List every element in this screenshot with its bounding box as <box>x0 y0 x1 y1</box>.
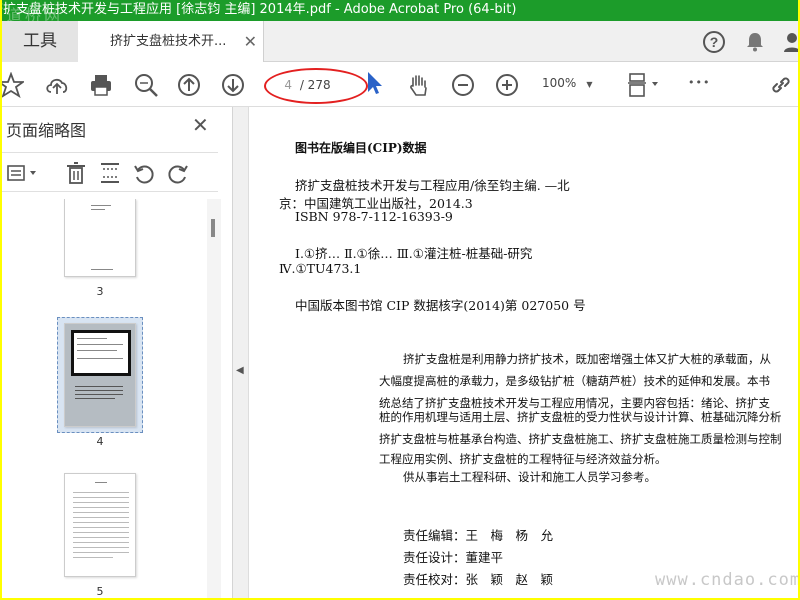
summary-line: 大幅度提高桩的承载力，是多级钻扩桩（糖葫芦桩）技术的延伸和发展。本书 <box>379 374 770 388</box>
summary-line: 工程应用实例、挤扩支盘桩的工程特征与经济效益分析。 <box>379 452 667 466</box>
tab-document[interactable]: 挤扩支盘桩技术开... ✕ <box>78 21 264 62</box>
cip-line: ISBN 978-7-112-16393-9 <box>295 209 453 224</box>
thumbnail-label: 4 <box>96 435 104 448</box>
document-view[interactable]: 图书在版编目(CIP)数据 挤扩支盘桩技术开发与工程应用/徐至钧主编. —北 京… <box>249 107 798 598</box>
next-page-icon[interactable] <box>220 72 246 98</box>
tab-tools[interactable]: 工具 <box>2 21 78 62</box>
delete-page-icon[interactable] <box>64 161 88 185</box>
main-toolbar: 4 / 278 100% ▼ ••• <box>2 62 798 107</box>
title-bar: 挤扩支盘桩技术开发与工程应用 [徐志钧 主编] 2014年.pdf - Adob… <box>2 0 798 21</box>
annotation-ellipse <box>264 68 368 104</box>
thumbnail-scrollbar[interactable] <box>207 199 221 598</box>
credit-line: 责任校对：张 颖 赵 颖 <box>403 572 554 587</box>
zoom-search-icon[interactable] <box>133 72 159 98</box>
window-title: 挤扩支盘桩技术开发与工程应用 [徐志钧 主编] 2014年.pdf - Adob… <box>2 2 517 17</box>
rotate-right-icon[interactable] <box>166 161 190 185</box>
panel-close-icon[interactable]: ✕ <box>192 113 209 137</box>
site-watermark-bottom: www.cndao.com <box>655 570 798 590</box>
page-thumbnails-panel: 页面缩略图 ✕ 3 4 5 <box>2 107 233 598</box>
previous-page-icon[interactable] <box>176 72 202 98</box>
cip-line: 中国版本图书馆 CIP 数据核字(2014)第 027050 号 <box>295 298 586 313</box>
chevron-down-icon: ▼ <box>586 80 593 89</box>
thumbnail-label: 3 <box>96 285 104 298</box>
cloud-upload-icon[interactable] <box>44 72 70 98</box>
help-icon[interactable]: ? <box>702 30 726 54</box>
page-layout-icon[interactable] <box>626 72 662 98</box>
zoom-out-icon[interactable] <box>450 72 476 98</box>
panel-title: 页面缩略图 <box>6 121 87 140</box>
cip-line: Ⅰ.①挤… Ⅱ.①徐… Ⅲ.①灌注桩-桩基础-研究 <box>295 246 533 261</box>
thumbnail-page-4[interactable] <box>64 323 136 427</box>
acrobat-window: 挤扩支盘桩技术开发与工程应用 [徐志钧 主编] 2014年.pdf - Adob… <box>2 0 798 598</box>
zoom-value: 100% <box>542 76 577 90</box>
tab-close-icon[interactable]: ✕ <box>244 21 257 62</box>
thumbnail-page-3[interactable] <box>64 199 136 277</box>
credit-line: 责任编辑：王 梅 杨 允 <box>403 528 554 543</box>
share-link-icon[interactable] <box>768 72 794 98</box>
more-tools-icon[interactable]: ••• <box>688 76 710 89</box>
summary-line: 供从事岩土工程科研、设计和施工人员学习参考。 <box>403 470 656 484</box>
notification-bell-icon[interactable] <box>743 30 767 54</box>
svg-text:?: ? <box>710 34 719 50</box>
zoom-dropdown[interactable]: 100% ▼ <box>542 76 592 90</box>
zoom-in-icon[interactable] <box>494 72 520 98</box>
cip-line: Ⅳ.①TU473.1 <box>279 261 362 276</box>
credit-line: 责任设计：董建平 <box>403 550 504 565</box>
rotate-left-icon[interactable] <box>132 161 156 185</box>
summary-line: 挤扩支盘桩与桩基承台构造、挤扩支盘桩施工、挤扩支盘桩施工质量检测与控制 <box>379 432 782 446</box>
panel-collapse-handle[interactable]: ◀ <box>233 107 249 598</box>
summary-line: 挤扩支盘桩是利用静力挤扩技术，既加密增强土体又扩大桩的承载面，从 <box>403 352 771 366</box>
scrollbar-thumb[interactable] <box>211 219 215 237</box>
thumbnail-options-icon[interactable] <box>6 161 40 185</box>
insert-page-icon[interactable] <box>98 161 122 185</box>
summary-line: 桩的作用机理与适用土层、挤扩支盘桩的受力性状与设计计算、桩基础沉降分析 <box>379 410 782 424</box>
collapse-arrow-icon: ◀ <box>236 365 244 376</box>
account-icon[interactable] <box>782 30 798 54</box>
thumbnail-page-5[interactable] <box>64 473 136 577</box>
tab-document-label: 挤扩支盘桩技术开... <box>110 34 227 49</box>
bookmark-star-icon[interactable] <box>2 72 24 98</box>
hand-tool-icon[interactable] <box>406 72 432 98</box>
thumbnail-list[interactable]: 3 4 5 <box>2 199 207 598</box>
cursor-arrow-icon <box>368 72 382 94</box>
site-watermark: 道桥网 <box>6 6 64 21</box>
panel-toolbar <box>2 152 218 192</box>
print-icon[interactable] <box>88 72 114 98</box>
cip-line: 挤扩支盘桩技术开发与工程应用/徐至钧主编. —北 <box>295 178 570 193</box>
cip-title: 图书在版编目(CIP)数据 <box>295 141 427 155</box>
thumbnail-page-4-viewport <box>71 330 131 376</box>
thumbnail-label: 5 <box>96 585 104 598</box>
tab-bar: 工具 挤扩支盘桩技术开... ✕ ? <box>2 21 798 62</box>
